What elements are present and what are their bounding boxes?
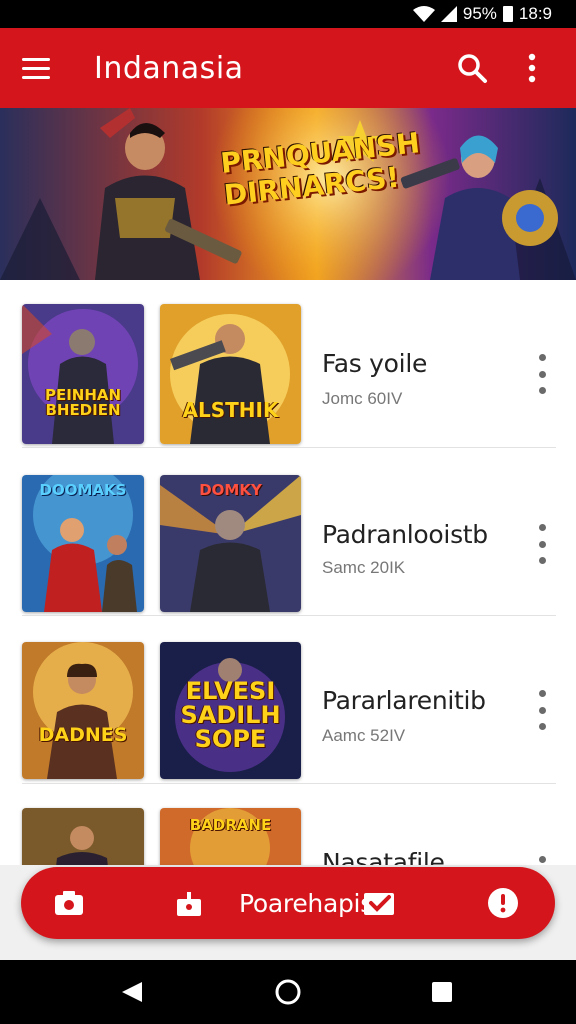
signal-icon <box>440 6 457 22</box>
thumbnail-title: ALSTHIK <box>182 398 279 422</box>
game-thumbnail[interactable]: ALSTHIK <box>160 304 301 444</box>
back-icon[interactable] <box>118 978 146 1006</box>
thumbnail-title: BADRANE <box>189 816 272 834</box>
camera-icon[interactable] <box>53 887 85 919</box>
game-thumbnail[interactable]: ELVESI SADILH SOPE <box>160 642 301 779</box>
wifi-icon <box>412 6 435 22</box>
thumbnail-title: DOOMAKS <box>39 481 127 499</box>
battery-icon <box>502 6 513 22</box>
search-icon[interactable] <box>450 46 494 90</box>
list-item[interactable]: BADRANE Nasatafile <box>0 784 576 865</box>
game-thumbnail[interactable]: BADRANE <box>160 808 301 865</box>
menu-icon[interactable] <box>22 50 58 86</box>
bottom-action-bar: Poarehapis <box>21 867 555 939</box>
list-item[interactable]: DADNES ELVESI SADILH SOPE Pararlarenitib… <box>0 616 576 784</box>
more-vert-icon[interactable] <box>510 46 554 90</box>
game-thumbnail[interactable]: DOOMAKS <box>22 475 144 612</box>
thumbnail-title: DOMKY <box>199 481 262 499</box>
list-item[interactable]: DOOMAKS DOMKY Padranlooistb Samc 20IK <box>0 448 576 616</box>
more-options-icon[interactable] <box>534 856 550 865</box>
system-nav-bar <box>0 960 576 1024</box>
list-item-title: Fas yoile <box>322 349 428 378</box>
bottom-bar-label[interactable]: Poarehapis <box>239 889 373 918</box>
gift-icon[interactable] <box>173 887 205 919</box>
app-bar: Indanasia <box>0 28 576 108</box>
home-icon[interactable] <box>274 978 302 1006</box>
game-thumbnail[interactable]: DADNES <box>22 642 144 779</box>
more-options-icon[interactable] <box>534 354 550 394</box>
game-thumbnail[interactable]: DOMKY <box>160 475 301 612</box>
info-icon[interactable] <box>487 887 519 919</box>
thumbnail-title: PEINHAN BHEDIEN <box>44 386 122 419</box>
game-list: PEINHAN BHEDIEN ALSTHIK Fas yoile Jomc 6… <box>0 280 576 865</box>
hero-banner[interactable]: PRNQUANSH DIRNARCS! <box>0 108 576 280</box>
list-item-subtitle: Jomc 60IV <box>322 389 403 408</box>
list-item-subtitle: Aamc 52IV <box>322 726 406 745</box>
list-item[interactable]: PEINHAN BHEDIEN ALSTHIK Fas yoile Jomc 6… <box>0 280 576 448</box>
more-options-icon[interactable] <box>534 524 550 564</box>
mail-check-icon[interactable] <box>363 887 395 919</box>
battery-percent: 95% <box>462 4 497 23</box>
page-title: Indanasia <box>94 50 244 86</box>
list-item-subtitle: Samc 20IK <box>322 558 406 577</box>
recents-icon[interactable] <box>428 978 456 1006</box>
list-item-title: Padranlooistb <box>322 520 488 549</box>
clock: 18:9 <box>518 4 552 23</box>
game-thumbnail[interactable] <box>22 808 144 865</box>
more-options-icon[interactable] <box>534 690 550 730</box>
list-item-title: Nasatafile <box>322 848 445 865</box>
game-thumbnail[interactable]: PEINHAN BHEDIEN <box>22 304 144 444</box>
list-item-title: Pararlarenitib <box>322 686 486 715</box>
thumbnail-title: DADNES <box>38 724 128 746</box>
thumbnail-title: ELVESI SADILH SOPE <box>180 677 281 753</box>
status-bar: 95% 18:9 <box>0 0 576 28</box>
